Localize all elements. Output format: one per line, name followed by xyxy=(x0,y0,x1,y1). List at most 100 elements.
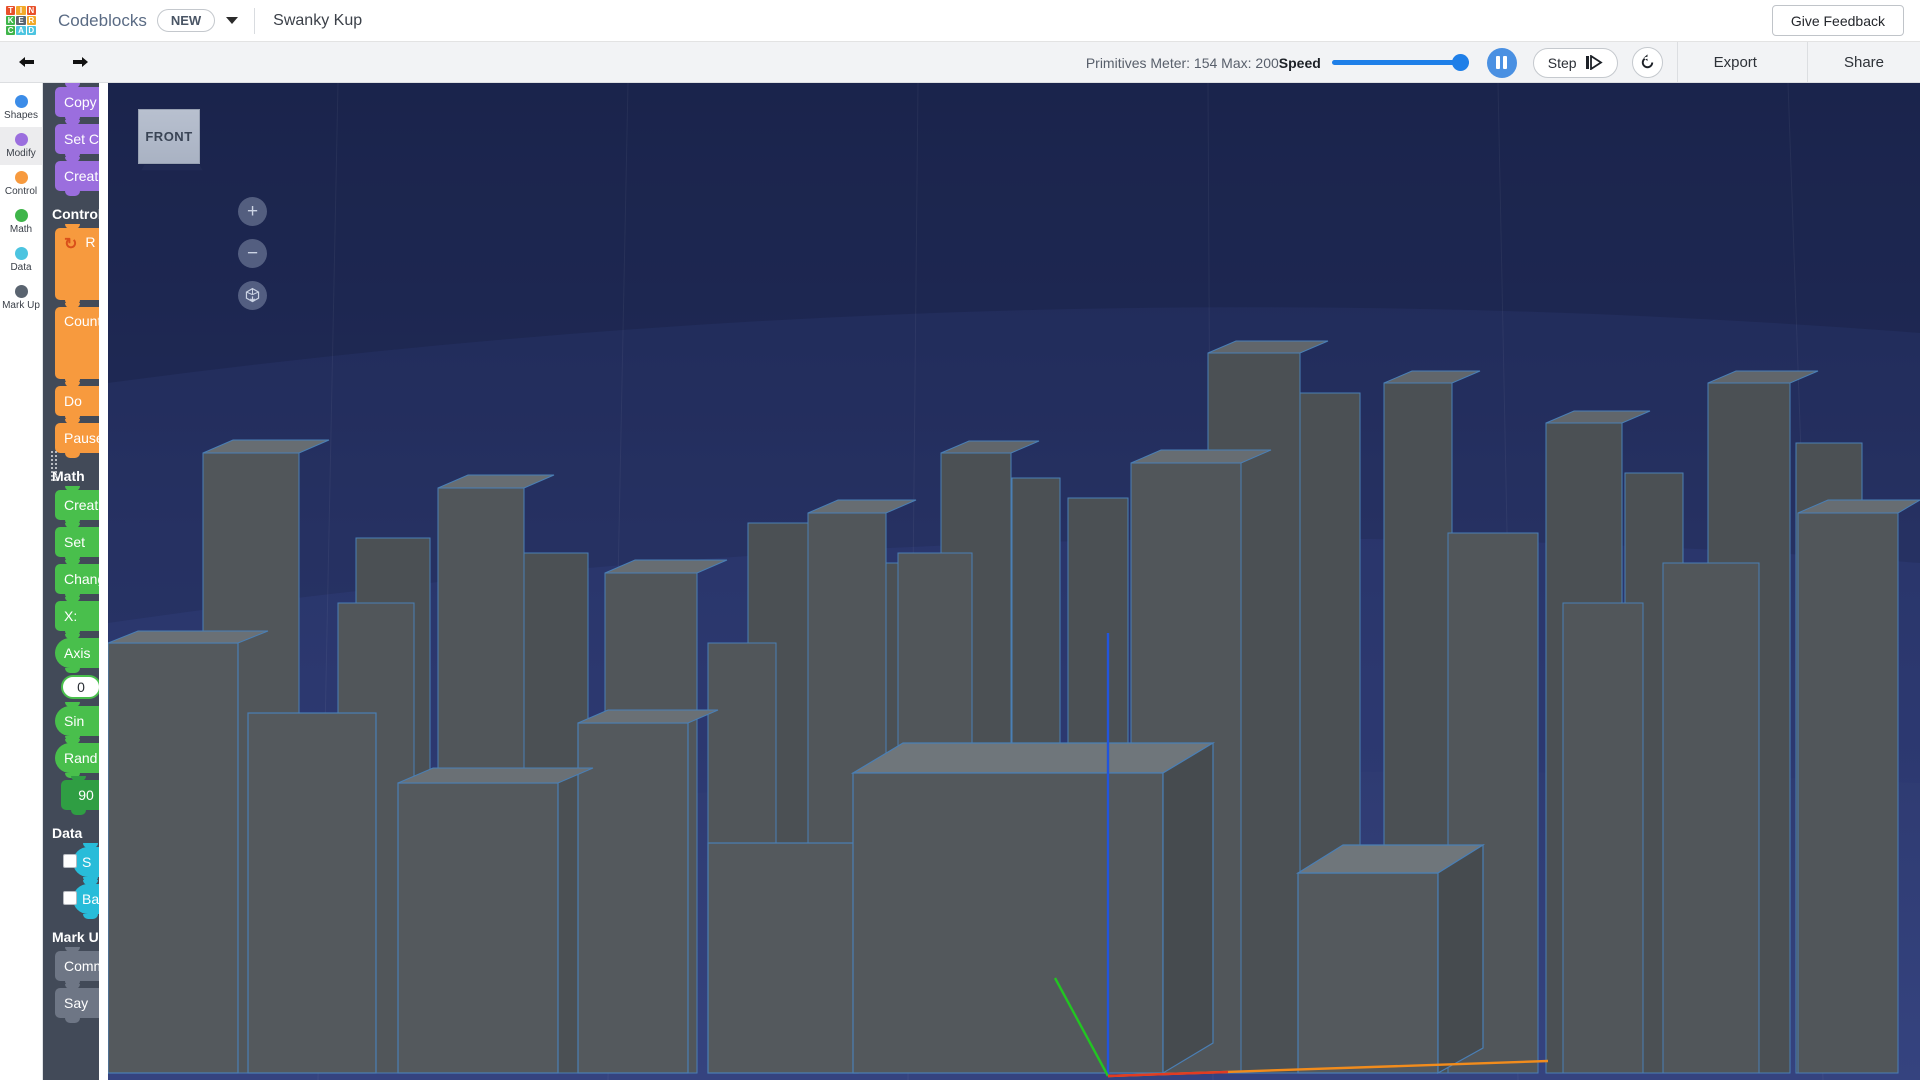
new-badge: NEW xyxy=(156,9,216,32)
block-label: Copy xyxy=(64,94,97,110)
step-button[interactable]: Step xyxy=(1532,47,1618,78)
share-button[interactable]: Share xyxy=(1808,42,1920,83)
pause-button[interactable] xyxy=(1486,47,1517,78)
block-label: Creat xyxy=(64,497,99,513)
block-label: 0 xyxy=(77,679,85,695)
give-feedback-button[interactable]: Give Feedback xyxy=(1771,5,1904,36)
viewcube-shadow xyxy=(141,164,203,171)
palette-resize-handle[interactable] xyxy=(50,450,57,482)
block-label: Comm xyxy=(64,958,99,974)
block-label: X: xyxy=(64,608,78,624)
block-label: 90 xyxy=(78,787,94,803)
control-dot-icon xyxy=(14,171,28,184)
app-name-label[interactable]: Codeblocks xyxy=(58,11,147,31)
block-sin[interactable]: Sin xyxy=(55,702,99,741)
sidebar-label-math: Math xyxy=(9,224,33,235)
markup-dot-icon xyxy=(14,285,28,298)
block-say[interactable]: Say xyxy=(55,984,99,1023)
shapes-dot-icon xyxy=(14,95,28,108)
block-data-s[interactable]: S xyxy=(63,843,99,882)
block-number-ninety[interactable]: 90 xyxy=(61,776,99,815)
sidebar-label-markup: Mark Up xyxy=(2,300,40,311)
editor-toolbar: Primitives Meter: 154 Max: 200 Speed Ste… xyxy=(0,42,1920,83)
primitives-meter-label: Primitives Meter: 154 Max: 200 xyxy=(1085,54,1279,71)
block-create-variable[interactable]: Creat xyxy=(55,486,99,525)
zoom-in-button[interactable]: + xyxy=(238,197,267,226)
3d-scene xyxy=(108,83,1920,1080)
block-label: Creat xyxy=(64,168,99,184)
export-button[interactable]: Export xyxy=(1678,42,1793,83)
data-checkbox[interactable] xyxy=(63,891,77,905)
speed-slider[interactable] xyxy=(1331,52,1469,74)
block-create-modify[interactable]: Creat xyxy=(55,157,99,196)
block-count[interactable]: Count xyxy=(55,303,99,384)
undo-arrow-icon xyxy=(18,57,34,67)
sidebar-label-shapes: Shapes xyxy=(4,110,38,121)
view-cube[interactable]: FRONT xyxy=(138,109,200,164)
logo-tile-i: I xyxy=(16,5,26,15)
block-label: Do xyxy=(64,393,82,409)
sidebar-item-data[interactable]: Data xyxy=(0,241,42,279)
data-checkbox[interactable] xyxy=(63,854,77,868)
block-pause[interactable]: Pause xyxy=(55,419,99,458)
front-center-building xyxy=(850,741,1216,1075)
redo-button[interactable] xyxy=(62,42,98,83)
block-label: Chang xyxy=(64,571,99,587)
block-label: Pause xyxy=(64,430,99,446)
logo-tile-d: D xyxy=(26,26,36,36)
fit-view-button[interactable] xyxy=(238,281,267,310)
step-button-label: Step xyxy=(1547,54,1577,71)
sidebar-item-shapes[interactable]: Shapes xyxy=(0,89,42,127)
undo-button[interactable] xyxy=(8,42,44,83)
redo-arrow-icon xyxy=(72,57,88,67)
restart-icon xyxy=(1641,54,1653,69)
block-do[interactable]: Do xyxy=(55,382,99,421)
sidebar-label-modify: Modify xyxy=(6,148,36,159)
step-forward-icon xyxy=(1585,55,1603,70)
block-copy[interactable]: Copy xyxy=(55,83,99,122)
speed-label: Speed xyxy=(1278,54,1321,71)
block-label: Ba xyxy=(82,891,99,907)
sidebar-item-control[interactable]: Control xyxy=(0,165,42,203)
block-label: Set xyxy=(64,534,86,550)
block-set-color[interactable]: Set C xyxy=(55,120,99,159)
math-dot-icon xyxy=(14,209,28,222)
block-label: Rand xyxy=(64,750,98,766)
logo-tile-t: T xyxy=(6,5,16,15)
block-axis[interactable]: Axis xyxy=(55,634,99,673)
3d-viewport[interactable]: FRONT + − xyxy=(108,83,1920,1080)
toolbar-right-group: Primitives Meter: 154 Max: 200 Speed Ste… xyxy=(1086,42,1920,83)
logo-tile-n: N xyxy=(26,5,36,15)
sidebar-item-modify[interactable]: Modify xyxy=(0,127,42,165)
block-label: Count xyxy=(64,313,99,329)
block-set-variable[interactable]: Set xyxy=(55,523,99,562)
modify-dot-icon xyxy=(14,133,28,146)
speed-slider-track xyxy=(1331,60,1469,65)
speed-slider-thumb[interactable] xyxy=(1451,54,1469,71)
block-repeat[interactable]: ↻ R xyxy=(55,224,99,305)
restart-button[interactable] xyxy=(1631,47,1663,78)
sidebar-item-markup[interactable]: Mark Up xyxy=(0,279,42,317)
block-comment[interactable]: Comm xyxy=(55,947,99,986)
block-data-ba[interactable]: Ba xyxy=(63,880,99,919)
pause-bar-right xyxy=(1503,56,1508,69)
block-x-coordinate[interactable]: X: xyxy=(55,597,99,636)
tinkercad-logo[interactable]: T I N K E R C A D xyxy=(6,5,36,36)
block-random[interactable]: Rand xyxy=(55,739,99,778)
logo-tile-k: K xyxy=(6,15,16,26)
chevron-down-icon[interactable] xyxy=(226,17,239,24)
block-palette[interactable]: Copy Set C Creat Control ↻ R Count Do Pa… xyxy=(43,83,99,1080)
block-label: Sin xyxy=(64,713,85,729)
logo-tile-a: A xyxy=(16,26,26,36)
sidebar-item-math[interactable]: Math xyxy=(0,203,42,241)
block-change-variable[interactable]: Chang xyxy=(55,560,99,599)
block-palette-scroll: Copy Set C Creat Control ↻ R Count Do Pa… xyxy=(43,83,99,1025)
zoom-out-button[interactable]: − xyxy=(238,239,267,268)
block-label: S xyxy=(82,854,92,870)
data-dot-icon xyxy=(14,247,28,260)
document-title[interactable]: Swanky Kup xyxy=(273,12,362,30)
block-number-zero[interactable]: 0 xyxy=(61,675,99,699)
logo-tile-r: R xyxy=(26,15,36,26)
fit-view-cube-icon xyxy=(245,287,260,303)
app-header: T I N K E R C A D Codeblocks NEW Swanky … xyxy=(0,0,1920,42)
